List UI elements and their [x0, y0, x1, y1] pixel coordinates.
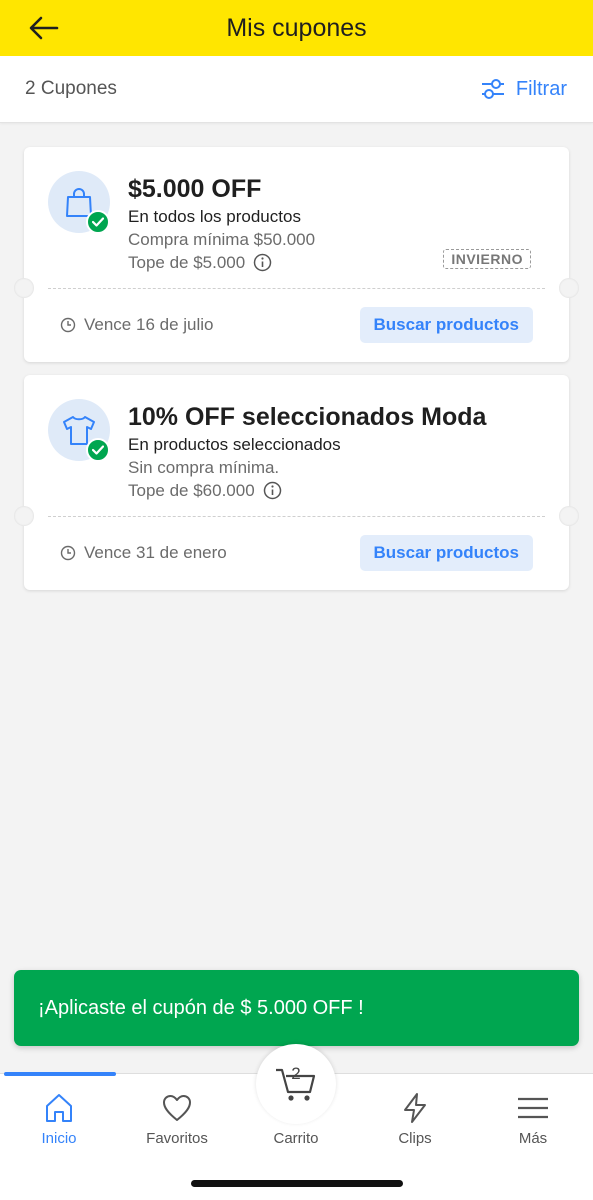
- coupon-title: $5.000 OFF: [128, 175, 262, 203]
- coupon-card: 10% OFF seleccionados Moda En productos …: [14, 375, 579, 590]
- search-products-button[interactable]: Buscar productos: [359, 535, 533, 571]
- ticket-notch-right: [559, 506, 579, 526]
- filter-sliders-icon: [481, 79, 504, 99]
- clock-icon: [60, 317, 76, 333]
- ticket-notch-left: [14, 278, 34, 298]
- coupon-min-purchase: Compra mínima $50.000: [128, 230, 316, 249]
- nav-item-mas[interactable]: Más: [474, 1092, 592, 1147]
- coupon-card-body: $5.000 OFF En todos los productos Compra…: [24, 147, 569, 288]
- nav-label: Favoritos: [146, 1130, 208, 1147]
- filter-label: Filtrar: [515, 77, 567, 100]
- coupon-title: 10% OFF seleccionados Moda: [128, 403, 487, 431]
- coupon-details: 10% OFF seleccionados Moda En productos …: [128, 401, 549, 502]
- coupon-cap-text: Tope de $5.000: [128, 253, 246, 272]
- header: Mis cupones: [0, 0, 593, 56]
- home-indicator: [191, 1180, 403, 1187]
- coupon-count: 2 Cupones: [25, 78, 117, 99]
- nav-label: Más: [518, 1130, 548, 1147]
- ticket-notch-left: [14, 506, 34, 526]
- clock-icon: [60, 545, 76, 561]
- active-tab-indicator: [4, 1072, 116, 1076]
- toast-message: ¡Aplicaste el cupón de $ 5.000 OFF !: [38, 996, 364, 1019]
- home-icon: [46, 1094, 72, 1122]
- nav-item-carrito[interactable]: 2: [256, 1044, 336, 1124]
- nav-label: Clips: [398, 1130, 432, 1147]
- ticket-notch-right: [559, 278, 579, 298]
- success-toast[interactable]: ¡Aplicaste el cupón de $ 5.000 OFF !: [14, 970, 579, 1046]
- coupon-description: En productos seleccionados: [128, 435, 341, 454]
- coupon-card-footer: Vence 31 de enero Buscar productos: [24, 516, 569, 590]
- heart-icon: [163, 1095, 191, 1121]
- check-badge-icon: [86, 210, 110, 234]
- coupon-card: $5.000 OFF En todos los productos Compra…: [14, 147, 579, 362]
- info-icon[interactable]: [253, 253, 272, 272]
- coupon-expiry: Vence 16 de julio: [60, 315, 214, 335]
- coupon-description: En todos los productos: [128, 207, 301, 226]
- coupon-code-tag: INVIERNO: [443, 249, 531, 269]
- coupon-card-body: 10% OFF seleccionados Moda En productos …: [24, 375, 569, 516]
- ticket-divider: [48, 288, 545, 289]
- coupon-cap-text: Tope de $60.000: [128, 481, 255, 500]
- info-icon[interactable]: [263, 481, 282, 500]
- search-products-button[interactable]: Buscar productos: [359, 307, 533, 343]
- coupon-card-footer: Vence 16 de julio Buscar productos: [24, 288, 569, 362]
- coupon-min-purchase: Sin compra mínima.: [128, 458, 280, 477]
- coupon-cap: Tope de $60.000: [128, 479, 549, 502]
- cart-count-badge: 2: [291, 1064, 301, 1083]
- nav-label: Carrito: [273, 1130, 319, 1147]
- arrow-left-icon: [29, 16, 59, 40]
- coupon-expiry-text: Vence 16 de julio: [84, 315, 214, 334]
- menu-icon: [518, 1097, 548, 1119]
- coupon-expiry-text: Vence 31 de enero: [84, 543, 227, 562]
- nav-item-clips[interactable]: Clips: [356, 1092, 474, 1147]
- coupon-expiry: Vence 31 de enero: [60, 543, 227, 563]
- ticket-divider: [48, 516, 545, 517]
- nav-label: Inicio: [41, 1130, 77, 1147]
- app: Mis cupones 2 Cupones Filtrar $5.000 OFF…: [0, 0, 593, 1200]
- filter-button[interactable]: Filtrar: [480, 77, 567, 101]
- check-badge-icon: [86, 438, 110, 462]
- lightning-icon: [404, 1093, 426, 1123]
- nav-item-favoritos[interactable]: Favoritos: [118, 1092, 236, 1147]
- coupon-toolbar: 2 Cupones Filtrar: [0, 56, 593, 123]
- page-title: Mis cupones: [226, 13, 367, 42]
- nav-item-inicio[interactable]: Inicio: [0, 1092, 118, 1147]
- back-button[interactable]: [24, 8, 64, 48]
